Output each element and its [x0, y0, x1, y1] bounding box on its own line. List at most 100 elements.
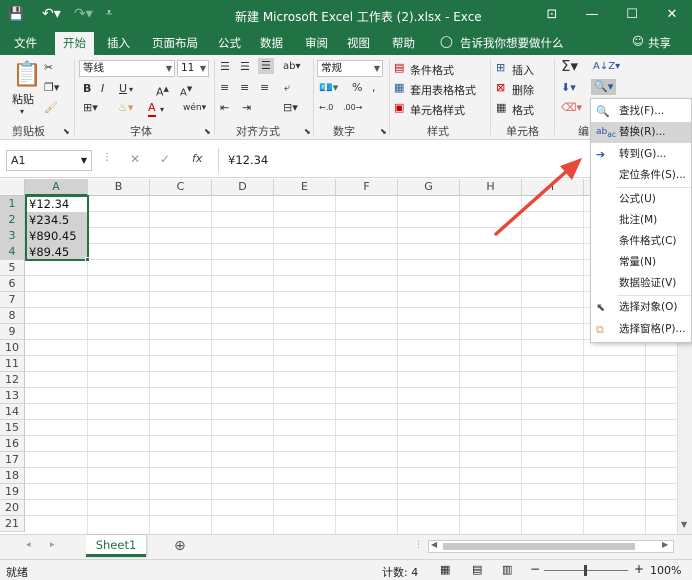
zoom-out-button[interactable]: − — [530, 562, 540, 576]
ribbon-display-options-button[interactable]: ⊡ — [532, 0, 572, 30]
font-color-icon[interactable]: A — [148, 101, 156, 117]
confirm-entry-icon[interactable]: ✓ — [160, 152, 170, 166]
tab-split-icon[interactable]: ⋮ — [414, 540, 423, 550]
tell-me-box[interactable]: 告诉我你想要做什么 — [460, 35, 564, 51]
zoom-in-button[interactable]: + — [634, 562, 644, 576]
menu-item-comments[interactable]: 批注(M) — [591, 210, 691, 231]
row-header[interactable]: 1 — [0, 196, 25, 212]
row-header[interactable]: 11 — [0, 356, 25, 372]
increase-indent-icon[interactable]: ⇥ — [242, 101, 251, 115]
cut-icon[interactable]: ✂ — [44, 61, 53, 75]
insert-function-button[interactable]: fx — [192, 152, 202, 165]
decrease-font-icon[interactable]: A▼ — [180, 82, 192, 100]
horizontal-scrollbar[interactable]: ◀ ▶ — [428, 540, 674, 553]
autosum-icon[interactable]: Σ▾ — [561, 59, 578, 74]
menu-item-conditional-formatting[interactable]: 条件格式(C) — [591, 231, 691, 252]
decrease-decimal-icon[interactable]: .00→ — [343, 101, 362, 115]
menu-item-select-objects[interactable]: ⬉ 选择对象(O) — [591, 297, 691, 318]
cancel-entry-icon[interactable]: ✕ — [130, 152, 140, 166]
align-middle-icon[interactable]: ☰ — [240, 60, 250, 74]
conditional-format-icon[interactable]: ▤ — [394, 61, 404, 75]
tab-review[interactable]: 审阅 — [305, 35, 328, 51]
format-button[interactable]: 格式 — [512, 102, 534, 118]
format-painter-icon[interactable]: 🖌 — [44, 101, 58, 115]
row-header[interactable]: 20 — [0, 500, 25, 516]
row-header[interactable]: 9 — [0, 324, 25, 340]
row-header[interactable]: 19 — [0, 484, 25, 500]
increase-font-icon[interactable]: A▲ — [156, 82, 169, 100]
row-header[interactable]: 16 — [0, 436, 25, 452]
row-header[interactable]: 8 — [0, 308, 25, 324]
tab-file[interactable]: 文件 — [14, 35, 37, 51]
row-header[interactable]: 18 — [0, 468, 25, 484]
page-layout-view-icon[interactable]: ▤ — [472, 563, 482, 576]
row-header[interactable]: 21 — [0, 516, 25, 532]
column-header-f[interactable]: F — [336, 179, 398, 196]
name-box[interactable]: A1 ▼ — [6, 150, 92, 171]
tab-home[interactable]: 开始 — [55, 32, 94, 55]
font-color-dropdown-icon[interactable]: ▾ — [160, 103, 164, 117]
normal-view-icon[interactable]: ▦ — [440, 563, 450, 576]
increase-decimal-icon[interactable]: ←.0 — [319, 101, 333, 115]
page-break-view-icon[interactable]: ▥ — [502, 563, 512, 576]
dialog-launcher-icon[interactable]: ⬊ — [204, 125, 211, 139]
fill-icon[interactable]: ⬇▾ — [561, 81, 576, 95]
menu-item-goto[interactable]: ➔ 转到(G)... — [591, 144, 691, 165]
orientation-icon[interactable]: ab▾ — [283, 60, 301, 74]
align-top-icon[interactable]: ☰ — [220, 60, 230, 74]
close-button[interactable]: ✕ — [652, 0, 692, 30]
column-header-a[interactable]: A — [25, 179, 88, 196]
scroll-down-icon[interactable]: ▼ — [681, 520, 687, 529]
align-center-icon[interactable]: ≡ — [240, 81, 249, 95]
row-header[interactable]: 10 — [0, 340, 25, 356]
add-sheet-button[interactable]: ⊕ — [174, 538, 186, 554]
font-name-combo[interactable]: 等线 ▼ — [79, 60, 175, 77]
column-header-c[interactable]: C — [150, 179, 212, 196]
number-format-combo[interactable]: 常规 ▼ — [317, 60, 383, 77]
menu-item-constants[interactable]: 常量(N) — [591, 252, 691, 273]
row-header[interactable]: 5 — [0, 260, 25, 276]
menu-item-data-validation[interactable]: 数据验证(V) — [591, 273, 691, 294]
customize-qat-icon[interactable]: ⩡ — [106, 6, 112, 20]
format-as-table-button[interactable]: 套用表格格式 — [410, 82, 476, 98]
row-header[interactable]: 6 — [0, 276, 25, 292]
bold-button[interactable]: B — [83, 82, 91, 96]
percent-button[interactable]: % — [352, 81, 362, 95]
share-button[interactable]: 共享 — [648, 35, 671, 51]
save-icon[interactable]: 💾 — [8, 7, 24, 22]
zoom-slider[interactable] — [544, 565, 628, 576]
menu-item-find[interactable]: 🔍 查找(F)... — [591, 101, 691, 122]
insert-button[interactable]: 插入 — [512, 62, 534, 78]
tab-view[interactable]: 视图 — [347, 35, 370, 51]
align-right-icon[interactable]: ≡ — [260, 81, 269, 95]
tab-help[interactable]: 帮助 — [392, 35, 415, 51]
phonetic-icon[interactable]: wén▾ — [183, 101, 206, 115]
select-all-corner[interactable] — [0, 179, 25, 196]
row-header[interactable]: 2 — [0, 212, 25, 228]
restore-button[interactable]: ☐ — [612, 0, 652, 30]
sheet-scroll-left-icon[interactable]: ◂ — [26, 540, 31, 550]
dialog-launcher-icon[interactable]: ⬊ — [380, 125, 387, 139]
accounting-format-icon[interactable]: 💶▾ — [319, 81, 338, 95]
format-cells-icon[interactable]: ▦ — [496, 101, 506, 115]
row-header[interactable]: 17 — [0, 452, 25, 468]
delete-button[interactable]: 删除 — [512, 82, 534, 98]
wrap-text-icon[interactable]: ⤶ — [284, 81, 290, 95]
column-header-g[interactable]: G — [398, 179, 460, 196]
menu-item-formulas[interactable]: 公式(U) — [591, 189, 691, 210]
comma-style-icon[interactable]: , — [372, 81, 376, 95]
tab-data[interactable]: 数据 — [260, 35, 283, 51]
underline-button[interactable]: U — [119, 82, 127, 96]
undo-icon[interactable]: ↶▾ — [42, 6, 61, 22]
tab-insert[interactable]: 插入 — [107, 35, 130, 51]
menu-item-goto-special[interactable]: 定位条件(S)... — [591, 165, 691, 186]
cell-styles-button[interactable]: 单元格样式 — [410, 102, 465, 118]
menu-item-replace[interactable]: abac 替换(R)... — [591, 122, 691, 143]
conditional-format-button[interactable]: 条件格式 — [410, 62, 454, 78]
row-header[interactable]: 12 — [0, 372, 25, 388]
row-header[interactable]: 7 — [0, 292, 25, 308]
fill-handle[interactable] — [85, 257, 90, 262]
find-select-icon[interactable]: 🔍▾ — [591, 79, 617, 95]
sort-filter-icon[interactable]: A↓Z▾ — [593, 60, 620, 74]
zoom-level[interactable]: 100% — [650, 564, 681, 577]
